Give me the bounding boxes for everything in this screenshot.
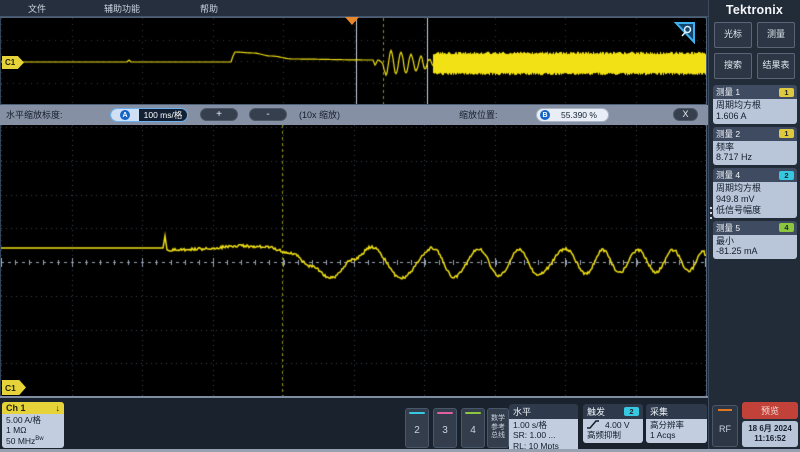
search-button[interactable]: 搜索	[714, 53, 752, 79]
tektronix-logo: Tektronix	[709, 3, 800, 17]
channel1-badge[interactable]: Ch 1 ↓ 5.00 A/格 1 MΩ 50 MHzBw	[2, 402, 64, 448]
results-table-button[interactable]: 结果表	[757, 53, 795, 79]
horizontal-badge[interactable]: 水平 1.00 s/格 SR: 1.00 ... RL: 10 Mpts	[509, 404, 578, 452]
measurement-1-badge[interactable]: 测量 1 1 周期均方根 1.606 A	[713, 85, 797, 124]
date-label: 18 6月 2024	[748, 424, 792, 434]
measurement-5-source-chip: 4	[779, 223, 794, 232]
trigger-level: 4.00 V	[605, 420, 630, 430]
preview-button[interactable]: 预览	[742, 402, 798, 419]
measurement-2-badge[interactable]: 测量 2 1 频率 8.717 Hz	[713, 127, 797, 166]
cursor-button[interactable]: 光标	[714, 22, 752, 48]
horizontal-title: 水平	[513, 405, 531, 418]
zoom-factor-label: (10x 缩放)	[299, 105, 340, 125]
channel3-label: 3	[442, 414, 448, 447]
measurement-5-value: -81.25 mA	[716, 246, 794, 257]
trigger-source-chip: 2	[624, 407, 639, 416]
channel3-button[interactable]: 3	[433, 408, 457, 448]
channel1-scale-arrow-icon[interactable]: ↓	[56, 403, 61, 413]
datetime-display: 18 6月 2024 11:16:52	[742, 421, 798, 447]
acquisition-title: 采集	[650, 405, 668, 418]
waveform-overview: C1	[0, 17, 707, 105]
channel2-button[interactable]: 2	[405, 408, 429, 448]
settings-bar: Ch 1 ↓ 5.00 A/格 1 MΩ 50 MHzBw 2 3 4 数学 参…	[0, 396, 708, 452]
zoom-scale-field[interactable]: A 100 ms/格	[110, 108, 188, 122]
knob-a-icon: A	[120, 110, 130, 120]
bus-label: 总线	[491, 432, 505, 441]
measurement-2-type: 频率	[716, 142, 794, 153]
bandwidth-limit-icon: Bw	[35, 436, 43, 442]
measurement-2-value: 8.717 Hz	[716, 152, 794, 163]
measurement-1-source-chip: 1	[779, 88, 794, 97]
zoom-position-field[interactable]: B 55.390 %	[536, 108, 609, 122]
measurement-1-title: 测量 1	[716, 86, 740, 98]
rising-edge-icon	[587, 420, 599, 429]
measurement-5-badge[interactable]: 测量 5 4 最小 -81.25 mA	[713, 221, 797, 260]
zoom-close-button[interactable]: X	[673, 108, 698, 121]
math-label: 数学	[491, 415, 505, 424]
menu-help[interactable]: 帮助	[200, 2, 218, 15]
knob-a-segment: A	[111, 109, 139, 121]
channel1-scale: 5.00 A/格	[6, 415, 60, 425]
horizontal-sample-rate: SR: 1.00 ...	[513, 430, 574, 440]
results-panel: Tektronix 光标 测量 搜索 结果表 测量 1 1 周期均方根 1.60…	[708, 0, 800, 452]
measurement-4-value: 949.8 mV	[716, 194, 794, 205]
zoom-scale-label: 水平缩放标度:	[6, 105, 63, 125]
oscilloscope-screen: 文件 辅助功能 帮助 C1 水平缩放标度: A 100 ms/格 + - (10…	[0, 0, 800, 452]
measurement-5-title: 测量 5	[716, 222, 740, 234]
channel1-bandwidth: 50 MHz	[6, 436, 35, 446]
channel4-button[interactable]: 4	[461, 408, 485, 448]
horizontal-scale: 1.00 s/格	[513, 420, 574, 430]
channel1-name: Ch 1	[6, 403, 26, 413]
expansion-point-marker-icon[interactable]	[345, 17, 359, 25]
acquisition-mode: 高分辨率	[650, 420, 703, 430]
panel-buttons: 光标 测量 搜索 结果表	[709, 22, 800, 79]
zoom-control-bar: 水平缩放标度: A 100 ms/格 + - (10x 缩放) 缩放位置: B …	[0, 105, 708, 125]
add-math-ref-bus-button[interactable]: 数学 参考 总线	[487, 408, 509, 448]
menu-file[interactable]: 文件	[28, 2, 46, 15]
measure-button[interactable]: 测量	[757, 22, 795, 48]
measurement-list: 测量 1 1 周期均方根 1.606 A 测量 2 1 频率 8.717 Hz	[709, 85, 800, 259]
channel4-label: 4	[470, 414, 476, 447]
measurement-2-source-chip: 1	[779, 129, 794, 138]
measurement-1-type: 周期均方根	[716, 100, 794, 111]
zoom-scale-decrease-button[interactable]: -	[249, 108, 287, 121]
knob-b-icon: B	[540, 110, 550, 120]
channel2-label: 2	[414, 414, 420, 447]
waveform-main-view: C1	[0, 125, 707, 396]
zoom-position-label: 缩放位置:	[459, 105, 498, 125]
acquisition-count: 1 Acqs	[650, 430, 703, 440]
measurement-2-title: 测量 2	[716, 128, 740, 140]
rf-button[interactable]: RF	[712, 405, 738, 447]
acquisition-badge[interactable]: 采集 高分辨率 1 Acqs	[646, 404, 707, 443]
zoom-scale-increase-button[interactable]: +	[200, 108, 238, 121]
measurement-5-type: 最小	[716, 236, 794, 247]
measurement-4-warning: 低信号幅度	[716, 205, 794, 216]
trigger-title: 触发	[587, 405, 605, 418]
trigger-badge[interactable]: 触发 2 4.00 V 高频抑制	[583, 404, 643, 443]
measurement-4-badge[interactable]: 测量 4 2 周期均方根 949.8 mV 低信号幅度	[713, 168, 797, 217]
main-waveform-canvas[interactable]	[1, 125, 706, 396]
overview-canvas[interactable]	[1, 18, 706, 104]
measurement-4-source-chip: 2	[779, 171, 794, 180]
zoom-scale-value: 100 ms/格	[139, 109, 187, 121]
panel-drag-handle-icon[interactable]	[710, 204, 714, 222]
rf-label: RF	[719, 411, 731, 446]
measurement-4-title: 测量 4	[716, 169, 740, 181]
menu-utility[interactable]: 辅助功能	[104, 2, 140, 15]
panel-bottom-cluster: RF 预览 18 6月 2024 11:16:52	[712, 402, 798, 447]
measurement-1-value: 1.606 A	[716, 111, 794, 122]
time-label: 11:16:52	[754, 434, 786, 444]
zoom-overview-icon[interactable]	[674, 21, 696, 44]
zoom-position-value: 55.390 %	[550, 110, 608, 120]
measurement-4-type: 周期均方根	[716, 183, 794, 194]
menu-bar: 文件 辅助功能 帮助	[0, 0, 800, 17]
channel1-impedance: 1 MΩ	[6, 425, 60, 435]
trigger-coupling: 高频抑制	[587, 430, 639, 440]
